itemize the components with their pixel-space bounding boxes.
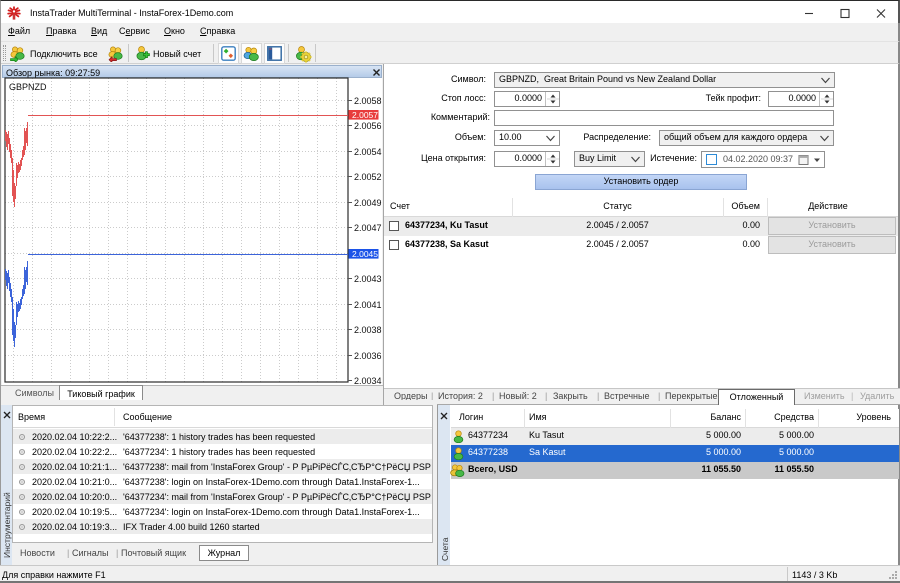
svg-text:2.0056: 2.0056	[354, 121, 382, 131]
svg-text:2.0036: 2.0036	[354, 351, 382, 361]
svg-text:2.0049: 2.0049	[354, 198, 382, 208]
svg-text:2.0057: 2.0057	[352, 110, 378, 120]
svg-text:2.0038: 2.0038	[354, 325, 382, 335]
svg-text:2.0045: 2.0045	[352, 249, 378, 259]
svg-text:2.0034: 2.0034	[354, 376, 382, 385]
svg-text:2.0052: 2.0052	[354, 172, 382, 182]
svg-text:2.0043: 2.0043	[354, 274, 382, 284]
svg-text:2.0054: 2.0054	[354, 147, 382, 157]
svg-text:2.0047: 2.0047	[354, 223, 382, 233]
svg-text:2.0041: 2.0041	[354, 300, 382, 310]
svg-text:2.0058: 2.0058	[354, 96, 382, 106]
svg-text:GBPNZD: GBPNZD	[9, 82, 47, 92]
